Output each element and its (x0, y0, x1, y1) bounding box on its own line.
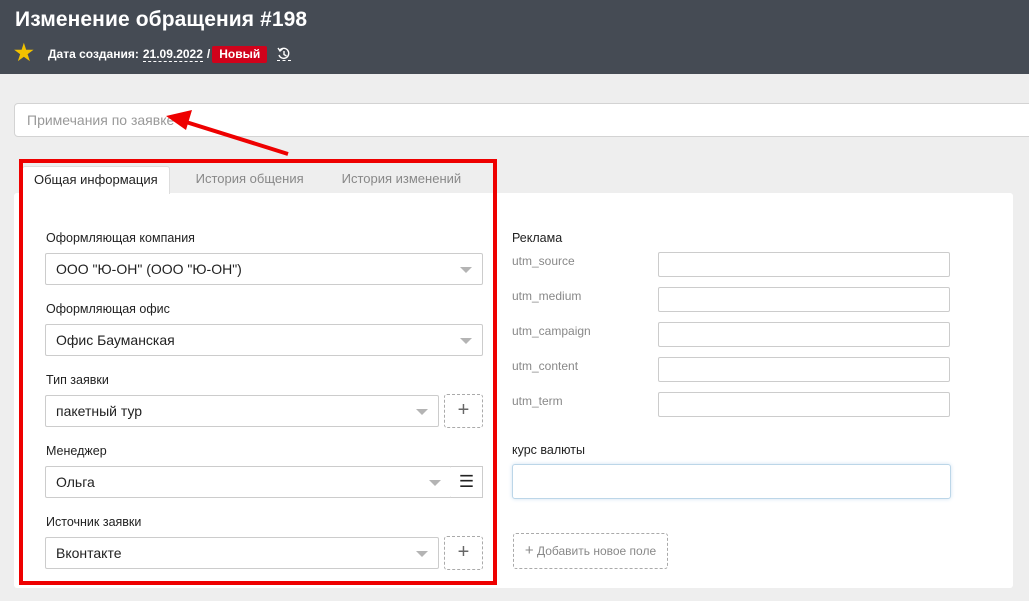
history-icon[interactable] (277, 47, 292, 61)
created-date-label: Дата создания: (48, 47, 139, 61)
utm-content-label: utm_content (512, 359, 579, 373)
utm-campaign-label: utm_campaign (512, 324, 591, 338)
plus-icon: + (457, 399, 470, 421)
source-select[interactable]: Вконтакте (45, 537, 439, 569)
utm-campaign-input[interactable] (658, 322, 950, 347)
page-header: Изменение обращения #198 ★ Дата создания… (0, 0, 1029, 74)
currency-rate-label: курс валюты (512, 443, 585, 457)
office-value: Офис Бауманская (56, 332, 175, 348)
request-type-select[interactable]: пакетный тур (45, 395, 439, 427)
utm-medium-label: utm_medium (512, 289, 582, 303)
notes-input[interactable] (14, 103, 1029, 137)
plus-icon: + (524, 542, 534, 559)
chevron-down-icon (460, 267, 472, 273)
ads-label: Реклама (512, 231, 563, 245)
chevron-down-icon (416, 409, 428, 415)
created-date-value[interactable]: 21.09.2022 (142, 47, 203, 62)
manager-select[interactable]: Ольга (45, 466, 452, 498)
status-badge[interactable]: Новый (212, 45, 268, 63)
manager-label: Менеджер (46, 444, 107, 458)
company-select[interactable]: ООО "Ю-ОН" (ООО "Ю-ОН") (45, 253, 483, 285)
request-type-label: Тип заявки (46, 373, 109, 387)
list-icon: ☰ (458, 472, 475, 491)
utm-source-label: utm_source (512, 254, 575, 268)
utm-term-input[interactable] (658, 392, 950, 417)
currency-rate-input[interactable] (512, 464, 951, 499)
utm-content-input[interactable] (658, 357, 950, 382)
chevron-down-icon (429, 480, 441, 486)
add-new-field-label: Добавить новое поле (536, 544, 657, 558)
tab-change-history[interactable]: История изменений (330, 166, 474, 194)
request-type-value: пакетный тур (56, 403, 143, 419)
page-title: Изменение обращения #198 (15, 8, 308, 31)
tab-general-info[interactable]: Общая информация (22, 166, 170, 194)
manager-value: Ольга (56, 474, 95, 490)
company-value: ООО "Ю-ОН" (ООО "Ю-ОН") (56, 261, 242, 277)
utm-source-input[interactable] (658, 252, 950, 277)
chevron-down-icon (460, 338, 472, 344)
header-meta: ★ Дата создания: 21.09.2022 / Новый (14, 42, 292, 65)
add-new-field-button[interactable]: + Добавить новое поле (513, 533, 668, 569)
company-label: Оформляющая компания (46, 231, 195, 245)
source-label: Источник заявки (46, 515, 142, 529)
add-source-button[interactable]: + (444, 536, 483, 570)
manager-list-button[interactable]: ☰ (451, 466, 483, 498)
office-select[interactable]: Офис Бауманская (45, 324, 483, 356)
add-request-type-button[interactable]: + (444, 394, 483, 428)
source-value: Вконтакте (56, 545, 122, 561)
chevron-down-icon (416, 551, 428, 557)
history-icon-svg (277, 47, 290, 60)
utm-term-label: utm_term (512, 394, 563, 408)
star-icon[interactable]: ★ (14, 42, 36, 65)
tab-communication-history[interactable]: История общения (184, 166, 316, 194)
plus-icon: + (457, 541, 470, 563)
utm-medium-input[interactable] (658, 287, 950, 312)
tab-bar: Общая информация История общения История… (22, 166, 487, 194)
office-label: Оформляющая офис (46, 302, 170, 316)
separator: / (206, 47, 211, 61)
